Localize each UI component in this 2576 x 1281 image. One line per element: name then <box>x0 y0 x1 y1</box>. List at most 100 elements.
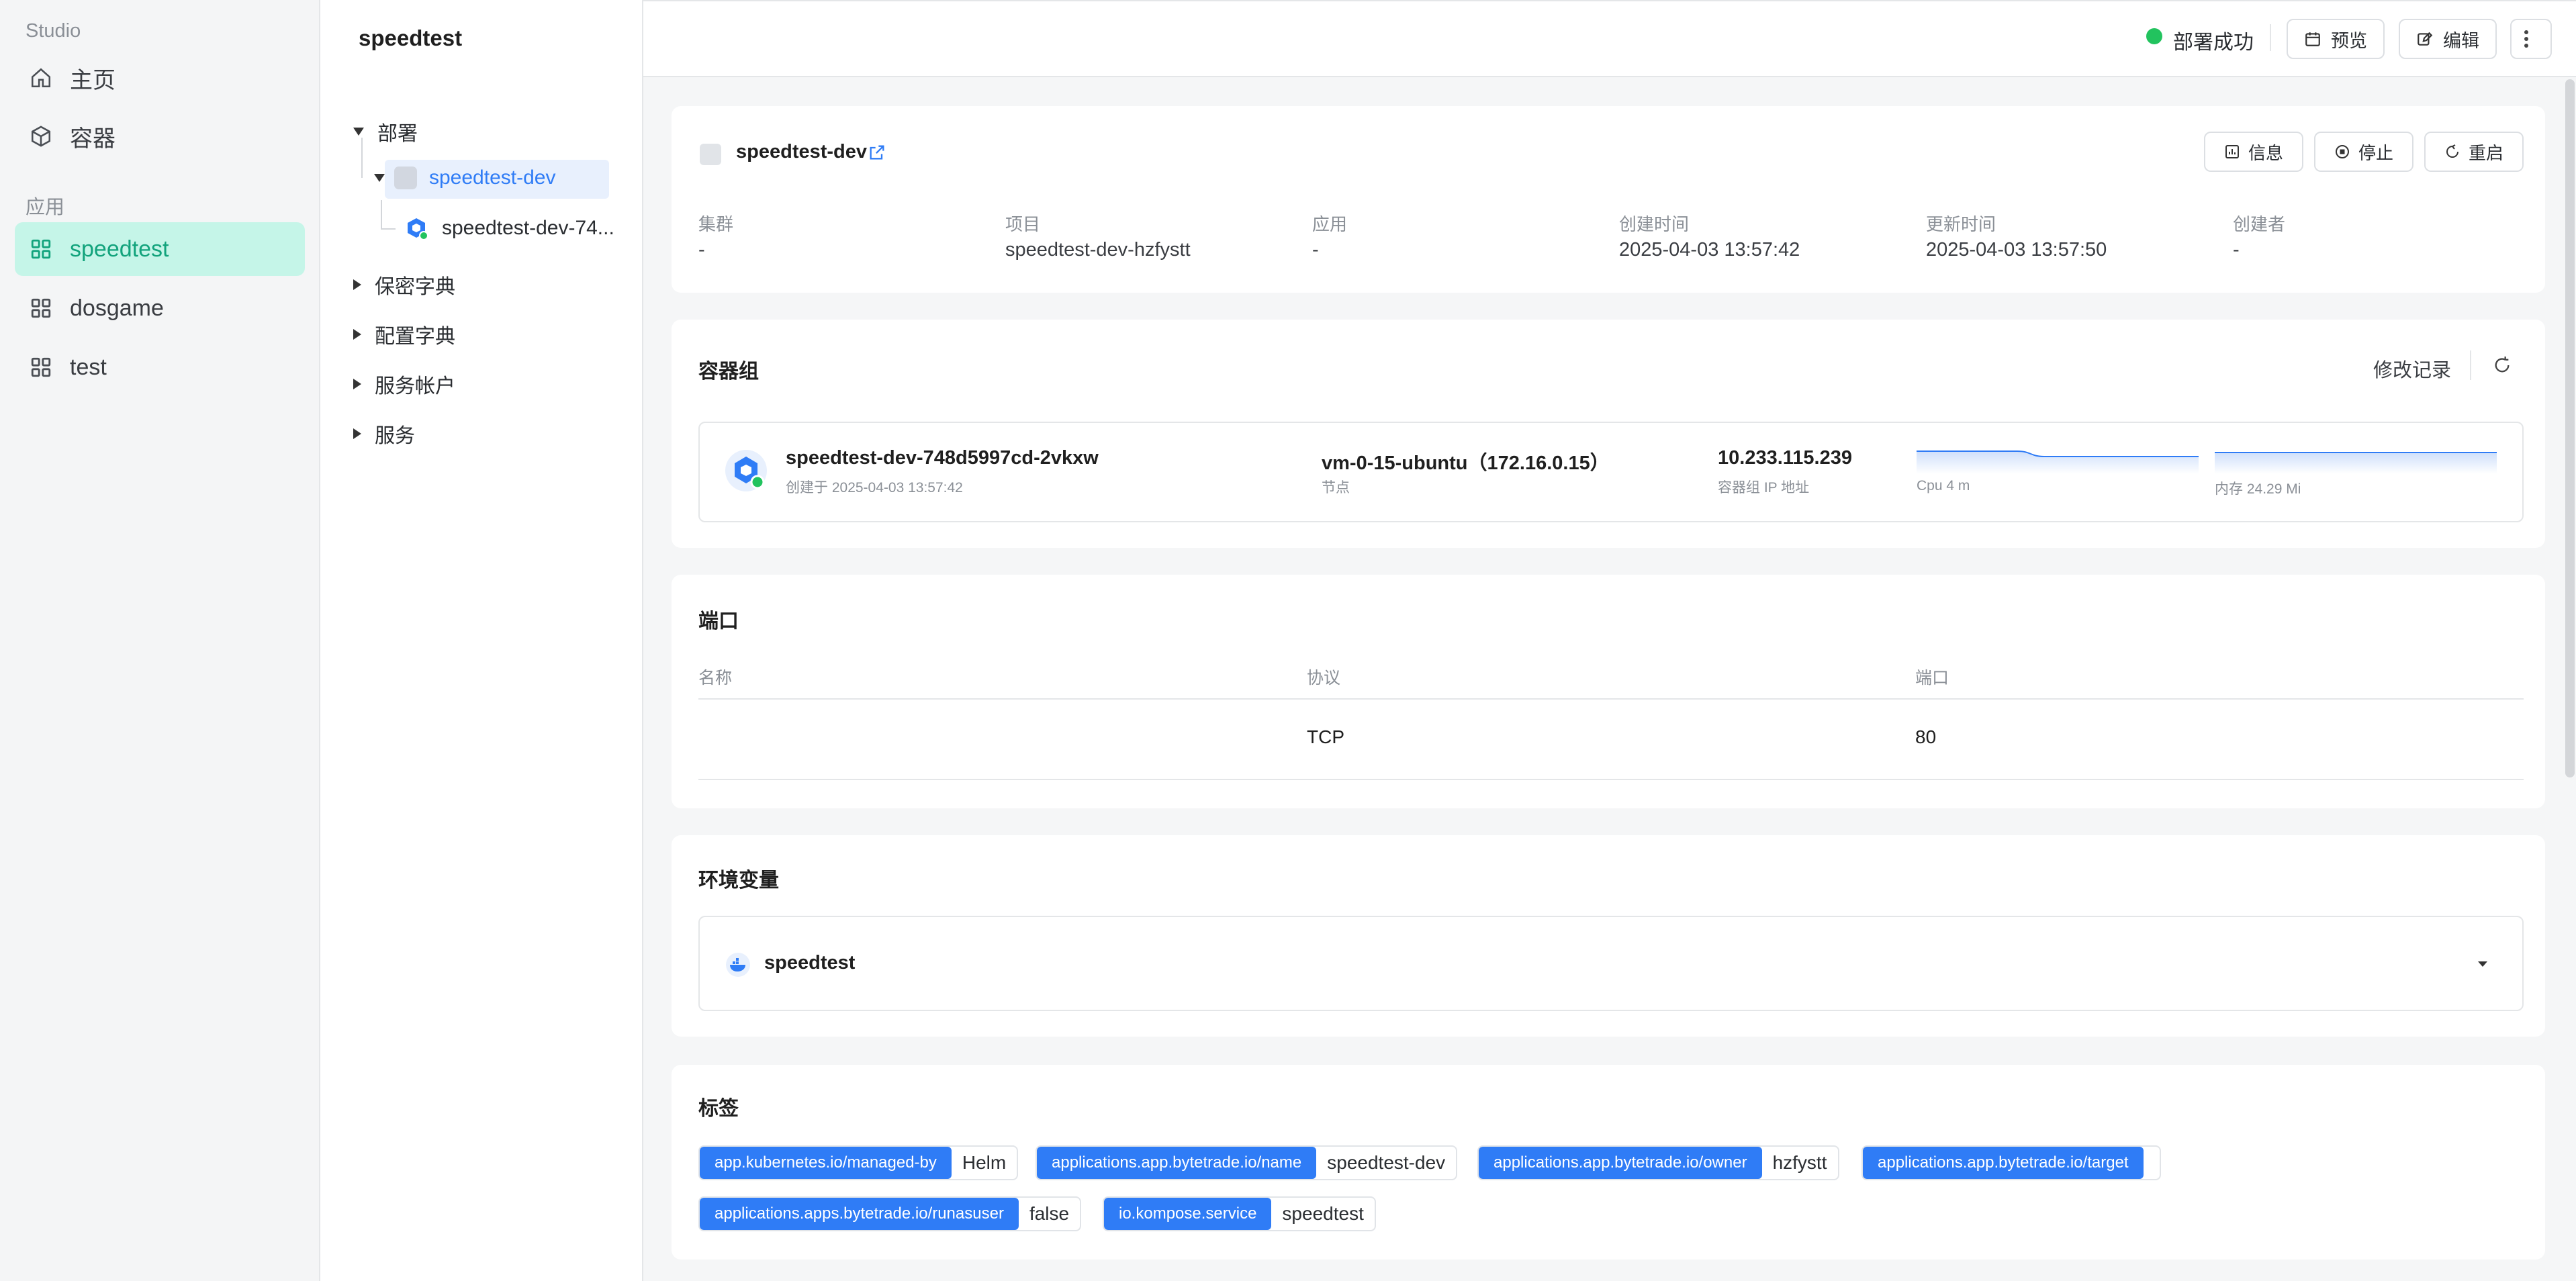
label-value: hzfystt <box>1772 1152 1827 1173</box>
labels-card: 标签 app.kubernetes.io/managed-by Helm app… <box>672 1065 2545 1260</box>
apps-grid-icon <box>31 298 51 318</box>
deploy-status-text: 部署成功 <box>2173 32 2254 54</box>
card-title: 标签 <box>698 1098 739 1120</box>
env-container-row[interactable]: speedtest <box>698 916 2524 1011</box>
pod-node-label: 节点 <box>1322 480 1350 495</box>
env-container-name: speedtest <box>764 952 856 974</box>
label-value: speedtest <box>1282 1203 1364 1224</box>
external-link-icon[interactable] <box>868 143 886 162</box>
tree-node-label: 服务 <box>375 425 415 447</box>
page-scrollbar[interactable] <box>2565 79 2575 777</box>
label-key: app.kubernetes.io/managed-by <box>700 1147 952 1179</box>
card-title: 端口 <box>698 610 739 632</box>
meta-value-created: 2025-04-03 13:57:42 <box>1619 239 1800 260</box>
divider <box>2470 350 2471 380</box>
label-tag: app.kubernetes.io/managed-by Helm <box>698 1145 1019 1180</box>
more-vertical-icon <box>2524 30 2528 48</box>
label-tag: applications.app.bytetrade.io/owner hzfy… <box>1477 1145 1839 1180</box>
tree-connector <box>381 228 396 230</box>
tree-node-label: speedtest-dev <box>429 167 556 189</box>
refresh-icon[interactable] <box>2493 356 2512 375</box>
caret-right-icon <box>353 379 361 389</box>
pod-ip-label: 容器组 IP 地址 <box>1718 480 1810 495</box>
apps-grid-icon <box>31 357 51 377</box>
sidebar-item-app-test[interactable]: test <box>15 340 305 394</box>
meta-label-updated: 更新时间 <box>1926 214 1996 234</box>
meta-value-cluster: - <box>698 239 705 260</box>
caret-down-icon <box>374 174 385 182</box>
pod-name[interactable]: speedtest-dev-748d5997cd-2vkxw <box>786 447 1099 469</box>
preview-label: 预览 <box>2331 30 2367 51</box>
cpu-usage: Cpu 4 m <box>1917 478 1970 493</box>
tree-node-label: 服务帐户 <box>375 375 455 397</box>
env-card: 环境变量 speedtest <box>672 835 2545 1037</box>
stop-icon <box>2335 145 2349 158</box>
restart-label: 重启 <box>2468 142 2503 163</box>
tree-node-secrets[interactable]: 保密字典 <box>353 270 455 299</box>
cpu-sparkline <box>1917 450 2199 474</box>
pod-icon <box>408 218 428 240</box>
sidebar-item-containers[interactable]: 容器 <box>15 109 305 163</box>
memory-usage: 内存 24.29 Mi <box>2215 481 2301 497</box>
col-header-port: 端口 <box>1915 669 1949 687</box>
more-menu-button[interactable] <box>2510 19 2552 59</box>
label-tag: applications.apps.bytetrade.io/runasuser… <box>698 1196 1082 1231</box>
card-title: 容器组 <box>698 361 759 383</box>
meta-label-app: 应用 <box>1312 214 1348 234</box>
tree-node-services[interactable]: 服务 <box>353 419 415 448</box>
restart-button[interactable]: 重启 <box>2424 132 2524 172</box>
change-history-link[interactable]: 修改记录 <box>2373 354 2451 383</box>
sidebar: Studio 主页 容器 应用 speedtest dosgame test <box>0 0 320 1281</box>
caret-right-icon <box>353 329 361 340</box>
sidebar-section-studio: Studio <box>26 20 81 42</box>
pod-ip: 10.233.115.239 <box>1718 447 1852 469</box>
label-value: Helm <box>962 1152 1007 1173</box>
sidebar-item-label: 主页 <box>70 67 116 93</box>
edit-label: 编辑 <box>2443 30 2479 51</box>
label-value: speedtest-dev <box>1327 1152 1446 1173</box>
tree-connector <box>361 138 363 178</box>
sidebar-item-home[interactable]: 主页 <box>15 51 305 105</box>
caret-down-icon <box>353 128 364 136</box>
preview-button[interactable]: 预览 <box>2287 19 2385 59</box>
stop-button[interactable]: 停止 <box>2314 132 2413 172</box>
stop-label: 停止 <box>2358 142 2393 163</box>
label-tag: applications.app.bytetrade.io/target <box>1861 1145 2161 1180</box>
info-button[interactable]: 信息 <box>2204 132 2303 172</box>
label-key: io.kompose.service <box>1104 1198 1272 1230</box>
tree-node-service-accounts[interactable]: 服务帐户 <box>353 369 455 399</box>
tree-node-deployment[interactable]: 部署 <box>353 117 418 146</box>
pod-icon <box>725 450 767 491</box>
edit-icon <box>2418 32 2433 46</box>
chart-icon <box>2225 145 2239 158</box>
divider <box>698 698 2524 700</box>
apps-grid-icon <box>31 239 51 259</box>
chevron-down-icon[interactable] <box>2478 961 2487 967</box>
tree-node-configmaps[interactable]: 配置字典 <box>353 320 455 349</box>
col-header-protocol: 协议 <box>1307 669 1341 687</box>
edit-button[interactable]: 编辑 <box>2399 19 2497 59</box>
meta-value-updated: 2025-04-03 13:57:50 <box>1926 239 2107 260</box>
sidebar-item-app-speedtest[interactable]: speedtest <box>15 222 305 276</box>
meta-value-app: - <box>1312 239 1319 260</box>
tree-node-label: speedtest-dev-74... <box>442 217 614 239</box>
sidebar-item-label: 容器 <box>70 126 116 152</box>
sidebar-item-label: test <box>70 354 107 380</box>
sidebar-item-label: dosgame <box>70 295 164 321</box>
caret-right-icon <box>353 279 361 290</box>
label-tag: applications.app.bytetrade.io/name speed… <box>1036 1145 1458 1180</box>
label-value <box>2144 1147 2160 1179</box>
calendar-icon <box>2305 32 2320 46</box>
meta-value-creator: - <box>2233 239 2240 260</box>
pod-row[interactable]: speedtest-dev-748d5997cd-2vkxw 创建于 2025-… <box>698 422 2524 522</box>
label-tag: io.kompose.service speedtest <box>1103 1196 1376 1231</box>
pod-created: 创建于 2025-04-03 13:57:42 <box>786 480 963 495</box>
sidebar-item-app-dosgame[interactable]: dosgame <box>15 281 305 335</box>
tree-node-deployment-item[interactable]: speedtest-dev <box>374 167 555 189</box>
meta-label-creator: 创建者 <box>2233 214 2286 234</box>
meta-label-cluster: 集群 <box>698 214 734 234</box>
tree-node-label: 部署 <box>377 123 418 145</box>
tree-connector <box>381 200 382 228</box>
pods-card: 容器组 修改记录 speedtest-dev-748d5997cd-2vkxw … <box>672 320 2545 548</box>
tree-node-pod-item[interactable]: speedtest-dev-74... <box>404 216 614 240</box>
